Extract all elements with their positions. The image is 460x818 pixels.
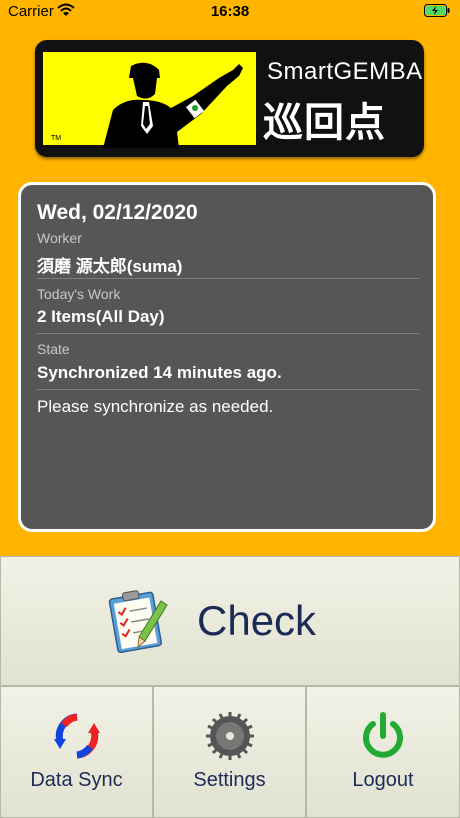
- sync-message: Please synchronize as needed.: [37, 397, 274, 416]
- logo-title-jp: 巡回点検: [263, 100, 386, 146]
- clipboard-checklist-icon: [108, 590, 168, 653]
- sync-arrows-icon: [53, 713, 100, 759]
- logout-button[interactable]: Logout: [306, 686, 460, 818]
- status-time: 16:38: [210, 3, 250, 20]
- worker-label: Worker: [37, 230, 82, 246]
- info-card: Wed, 02/12/2020 Worker 須磨 源太郎(suma) Toda…: [18, 182, 436, 532]
- status-bar: Carrier 16:38: [0, 0, 460, 24]
- worker-value: 須磨 源太郎(suma): [37, 257, 183, 276]
- check-button-label: Check: [197, 597, 317, 644]
- inspector-pointing-figure: TM: [43, 52, 256, 148]
- trademark-mark: TM: [51, 135, 61, 142]
- saw-blade-settings-icon: [205, 712, 254, 760]
- state-label: State: [37, 341, 70, 357]
- logo-title-en: SmartGEMBA: [267, 58, 423, 85]
- divider: [37, 389, 419, 390]
- divider: [37, 278, 419, 279]
- divider: [37, 333, 419, 334]
- current-date: Wed, 02/12/2020: [37, 201, 198, 224]
- data-sync-label: Data Sync: [30, 769, 123, 791]
- smartgemba-logo: TM SmartGEMBA 巡回点検: [35, 40, 424, 157]
- data-sync-button[interactable]: Data Sync: [0, 686, 153, 818]
- power-icon: [363, 712, 403, 758]
- settings-label: Settings: [193, 769, 266, 791]
- todays-work-label: Today's Work: [37, 286, 121, 302]
- battery-charging-icon: [424, 4, 450, 17]
- check-button[interactable]: Check: [0, 556, 460, 686]
- state-value: Synchronized 14 minutes ago.: [37, 363, 282, 382]
- logout-label: Logout: [352, 769, 414, 791]
- settings-button[interactable]: Settings: [153, 686, 306, 818]
- todays-work-value: 2 Items(All Day): [37, 307, 165, 326]
